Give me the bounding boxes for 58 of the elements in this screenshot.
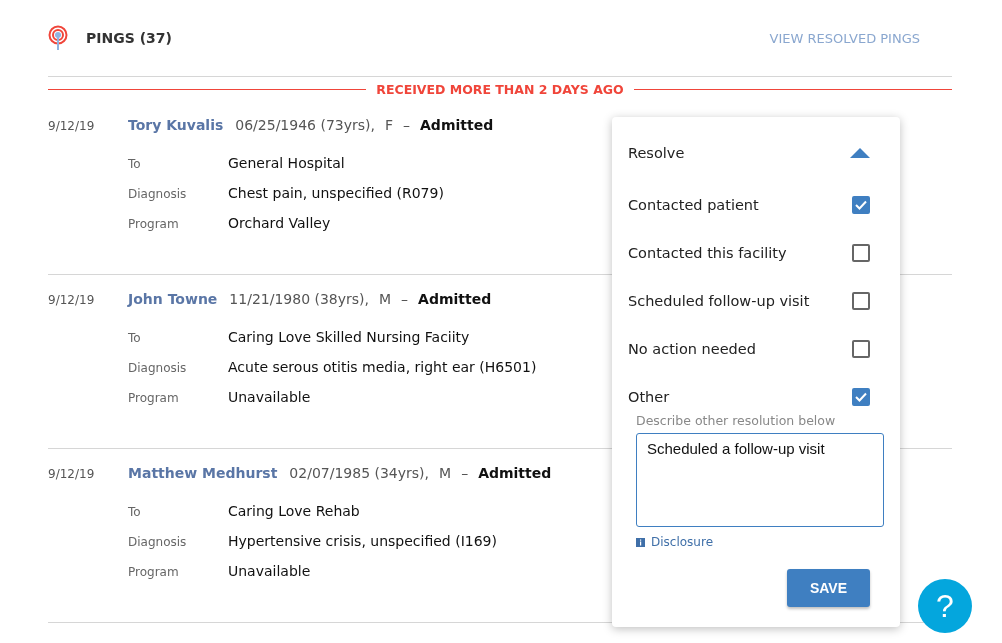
field-label: Describe other resolution below <box>636 413 837 428</box>
option-label: Contacted patient <box>628 197 759 213</box>
caret-icon[interactable] <box>850 148 870 158</box>
checkbox[interactable] <box>852 292 870 310</box>
detail-value: Orchard Valley <box>228 215 331 231</box>
detail-label: Program <box>128 565 180 579</box>
option-label: Contacted this facility <box>628 245 787 261</box>
option-label: Other <box>628 389 670 405</box>
detail-value: General Hospital <box>228 155 345 171</box>
info-icon <box>636 537 645 547</box>
disclosure-link[interactable]: Disclosure <box>651 535 713 549</box>
detail-label: To <box>128 331 142 345</box>
ping-status: Admitted <box>420 117 494 133</box>
checkbox[interactable] <box>852 244 870 262</box>
birth-date: 06/25/1946 (73yrs), <box>235 117 375 133</box>
ping-status: Admitted <box>418 291 492 307</box>
detail-label: Diagnosis <box>128 535 188 549</box>
ping-status: Admitted <box>478 465 552 481</box>
checkbox[interactable] <box>852 388 870 406</box>
birth-date: 11/21/1980 (38yrs), <box>229 291 369 307</box>
detail-label: To <box>128 505 142 519</box>
resolution-field[interactable]: Scheduled a follow-up visit <box>636 433 884 527</box>
view-resolved-link[interactable]: VIEW RESOLVED PINGS <box>769 30 920 46</box>
detail-value: Chest pain, unspecified (R079) <box>228 185 444 201</box>
detail-value: Caring Love Rehab <box>228 503 360 519</box>
checkbox[interactable] <box>852 196 870 214</box>
separator-dash: – <box>403 117 411 133</box>
detail-value: Unavailable <box>228 389 311 405</box>
checkbox[interactable] <box>852 340 870 358</box>
detail-label: Program <box>128 391 180 405</box>
resolve-title: Resolve <box>628 145 685 161</box>
patient-name-link[interactable]: John Towne <box>128 291 218 307</box>
detail-value: Caring Love Skilled Nursing Faciity <box>228 329 470 345</box>
page-title: PINGS (37) <box>86 30 173 46</box>
detail-value: Unavailable <box>228 563 311 579</box>
patient-sex: M <box>439 465 452 481</box>
birth-date: 02/07/1985 (34yrs), <box>289 465 430 481</box>
detail-label: To <box>128 157 142 171</box>
detail-value: Hypertensive crisis, unspecified (I169) <box>228 533 497 549</box>
save-button[interactable]: SAVE <box>787 569 870 607</box>
separator-dash: – <box>461 465 469 481</box>
detail-label: Diagnosis <box>128 361 188 375</box>
detail-label: Program <box>128 217 180 231</box>
ping-date: 9/12/19 <box>48 119 96 133</box>
patient-name-link[interactable]: Tory Kuvalis <box>128 117 224 133</box>
detail-label: Diagnosis <box>128 187 188 201</box>
section-label: RECEIVED MORE THAN 2 DAYS AGO <box>376 81 624 97</box>
ping-date: 9/12/19 <box>48 293 96 307</box>
separator-dash: – <box>401 291 409 307</box>
patient-sex: F <box>384 117 394 133</box>
patient-name-link[interactable]: Matthew Medhurst <box>128 465 278 481</box>
detail-value: Acute serous otitis media, right ear (H6501) <box>228 359 537 375</box>
option-label: No action needed <box>628 341 756 357</box>
patient-sex: M <box>379 291 392 307</box>
option-label: Scheduled follow-up visit <box>628 293 810 309</box>
ping-date: 9/12/19 <box>48 467 96 481</box>
help-button[interactable]: ? <box>918 579 972 633</box>
ping-icon <box>48 25 68 51</box>
